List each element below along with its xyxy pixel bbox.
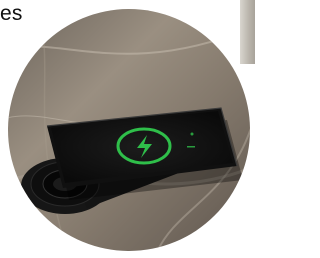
product-photo-graphic [8,9,250,251]
product-photo [7,8,251,252]
